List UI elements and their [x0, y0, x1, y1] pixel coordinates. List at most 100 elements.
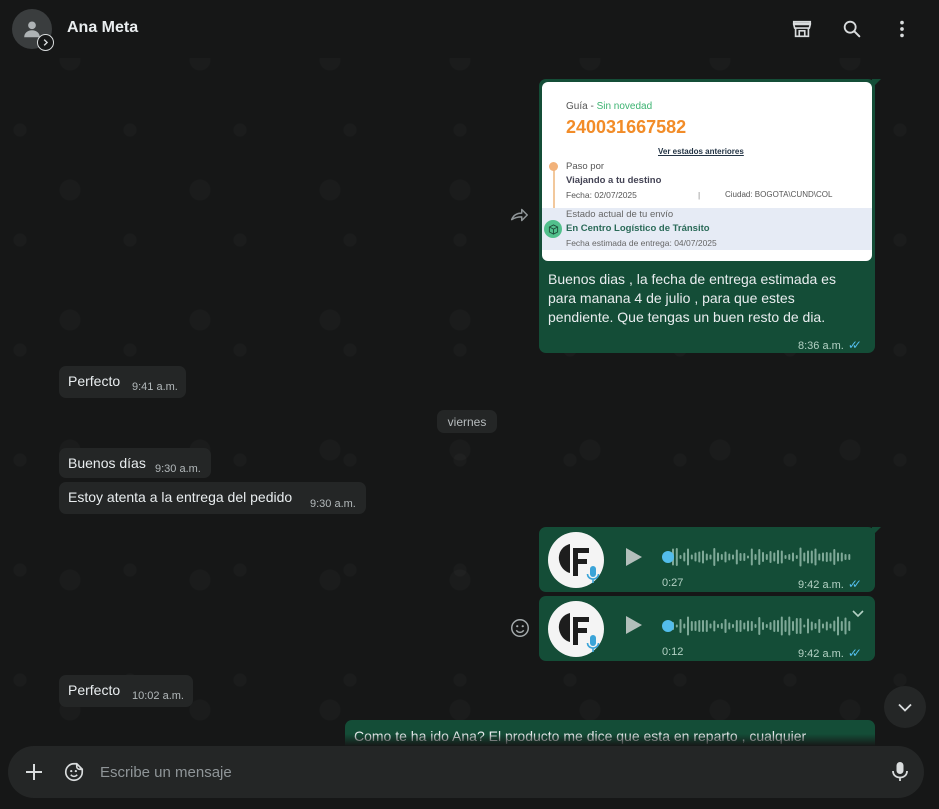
forward-icon[interactable] — [508, 204, 532, 228]
chevron-down-icon[interactable] — [850, 605, 866, 621]
waveform-bar — [713, 620, 716, 632]
search-icon[interactable] — [840, 17, 864, 41]
incoming-message[interactable]: Estoy atenta a la entrega del pedido 9:3… — [59, 482, 366, 514]
waveform-bar — [822, 552, 824, 562]
incoming-message[interactable]: Buenos días 9:30 a.m. — [59, 448, 211, 478]
emoji-reaction-icon[interactable] — [509, 617, 531, 639]
waveform-bar — [795, 555, 798, 559]
audio-waveform[interactable] — [662, 614, 856, 638]
playback-knob[interactable] — [662, 620, 674, 632]
waveform-bar — [788, 554, 791, 560]
menu-icon[interactable] — [890, 17, 914, 41]
waveform-bar — [825, 621, 828, 631]
contact-name[interactable]: Ana Meta — [67, 19, 138, 37]
separator: | — [698, 190, 701, 200]
sticker-icon[interactable] — [61, 759, 87, 785]
guia-status: Sin novedad — [596, 101, 653, 112]
waveform-bar — [683, 623, 686, 629]
waveform-bar — [687, 548, 689, 566]
waveform-bar — [799, 618, 802, 634]
audio-waveform[interactable] — [662, 545, 856, 569]
waveform-bar — [724, 551, 727, 563]
waveform-bar — [784, 620, 787, 632]
waveform-bar — [728, 622, 731, 630]
bubble-tail — [872, 527, 881, 536]
waveform-bar — [690, 554, 693, 560]
waveform-bar — [750, 548, 753, 566]
waveform-bar — [844, 554, 847, 560]
microphone-icon[interactable] — [887, 759, 913, 785]
waveform-bar — [848, 554, 851, 560]
waveform-bar — [724, 619, 727, 633]
playback-knob[interactable] — [662, 551, 674, 563]
waveform-bar — [833, 549, 836, 565]
message-line: para manana 4 de julio , para que estes — [548, 290, 795, 306]
waveform-bar — [705, 553, 708, 561]
estado-label: Estado actual de tu envío — [566, 209, 674, 220]
waveform-bar — [675, 624, 678, 628]
waveform-bar — [717, 552, 719, 562]
waveform-bar — [818, 553, 821, 561]
play-icon[interactable] — [621, 545, 645, 569]
waveform-bar — [840, 552, 843, 562]
waveform-bar — [705, 620, 708, 632]
double-check-icon: ✓✓ — [847, 577, 862, 591]
incoming-message[interactable]: Perfecto 10:02 a.m. — [59, 675, 193, 707]
message-time: 8:36 a.m. — [798, 340, 844, 352]
waveform-bar — [814, 548, 817, 566]
waveform-bar — [739, 553, 742, 561]
waveform-bar — [698, 620, 701, 632]
waveform-bar — [728, 553, 731, 561]
waveform-bar — [732, 554, 734, 560]
shipping-status-card[interactable]: Guía - Sin novedad 240031667582 Ver esta… — [542, 82, 872, 261]
waveform-bar — [765, 554, 768, 560]
waveform-bar — [702, 550, 704, 564]
plus-icon[interactable] — [21, 759, 47, 785]
waveform-bar — [799, 547, 802, 567]
previous-states-link[interactable]: Ver estados anteriores — [658, 147, 744, 156]
bubble-tail — [872, 79, 881, 88]
waveform-bar — [713, 548, 716, 566]
play-icon[interactable] — [621, 613, 645, 637]
waveform-bar — [754, 554, 757, 560]
store-icon[interactable] — [790, 17, 814, 41]
waveform-bar — [788, 616, 791, 636]
package-icon — [544, 220, 562, 238]
scroll-to-bottom-button[interactable] — [884, 686, 926, 728]
waveform-bar — [694, 552, 697, 562]
waveform-bar — [698, 551, 701, 563]
waveform-bar — [683, 552, 686, 562]
incoming-message[interactable]: Perfecto 9:41 a.m. — [59, 366, 186, 398]
waveform-bar — [765, 624, 768, 628]
date-divider: viernes — [437, 410, 497, 433]
message-meta: 9:42 a.m. ✓✓ — [798, 644, 862, 662]
chevron-right-icon — [37, 34, 54, 51]
chat-window: Ana Meta Guía - Sin novedad 240031667582… — [0, 0, 939, 809]
waveform-bar — [792, 621, 794, 631]
waveform-bar — [758, 549, 761, 565]
waveform-bar — [720, 623, 723, 629]
estado-value: En Centro Logístico de Tránsito — [566, 223, 710, 234]
waveform-bar — [769, 622, 772, 630]
waveform-bar — [837, 616, 839, 636]
waveform-bar — [709, 554, 712, 560]
message-text: Buenos dias , la fecha de entrega estima… — [548, 270, 836, 327]
message-composer — [8, 746, 924, 798]
message-line: Buenos dias , la fecha de entrega estima… — [548, 271, 836, 287]
waveform-bar — [747, 555, 749, 559]
waveform-bar — [807, 550, 809, 564]
waveform-bar — [720, 554, 723, 560]
waveform-bar — [780, 616, 783, 636]
waveform-bar — [833, 620, 836, 632]
chat-header: Ana Meta — [0, 0, 939, 58]
waveform-bar — [777, 620, 779, 632]
message-time: 9:41 a.m. — [132, 381, 178, 393]
waveform-bar — [829, 623, 832, 629]
message-input[interactable] — [100, 759, 860, 785]
waveform-bar — [758, 617, 761, 635]
waveform-bar — [773, 552, 776, 562]
waveform-bar — [694, 621, 697, 631]
message-line: pendiente. Que tengas un buen resto de d… — [548, 309, 826, 325]
waveform-bar — [784, 555, 787, 559]
waveform-bar — [762, 622, 764, 630]
